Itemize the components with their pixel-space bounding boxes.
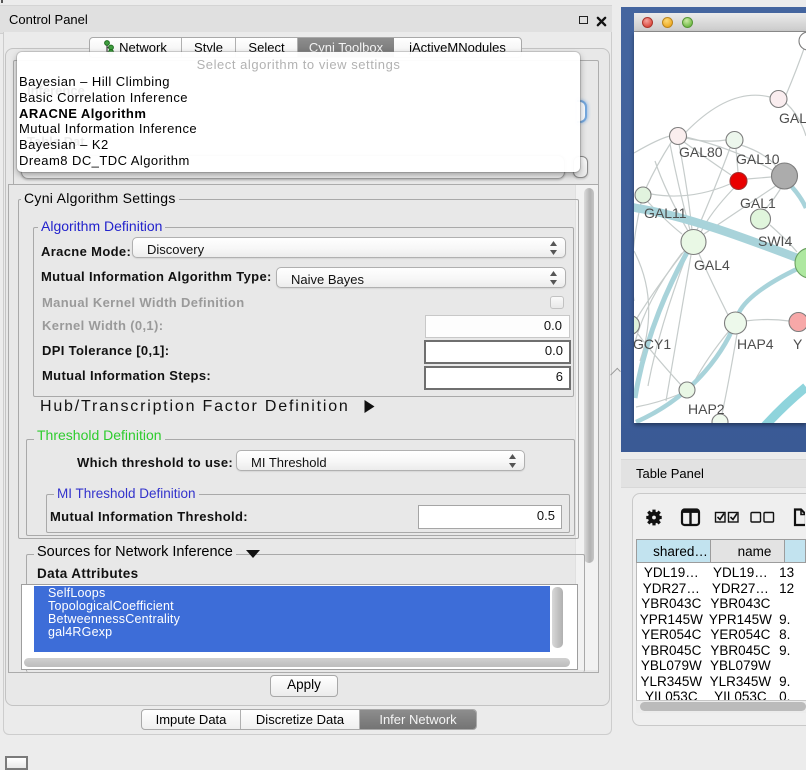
svg-text:GCY1: GCY1 bbox=[634, 336, 671, 352]
svg-text:HAP4: HAP4 bbox=[737, 336, 774, 352]
svg-text:GAL80: GAL80 bbox=[679, 144, 723, 160]
svg-text:GAL4: GAL4 bbox=[694, 257, 730, 273]
svg-text:GAL11: GAL11 bbox=[644, 205, 687, 221]
svg-text:GAL1: GAL1 bbox=[740, 195, 776, 211]
svg-text:HAP2: HAP2 bbox=[688, 401, 725, 417]
svg-text:SWI4: SWI4 bbox=[758, 233, 792, 249]
svg-text:GAL: GAL bbox=[779, 110, 806, 126]
svg-text:Y: Y bbox=[793, 336, 803, 352]
svg-text:GAL10: GAL10 bbox=[736, 151, 780, 167]
